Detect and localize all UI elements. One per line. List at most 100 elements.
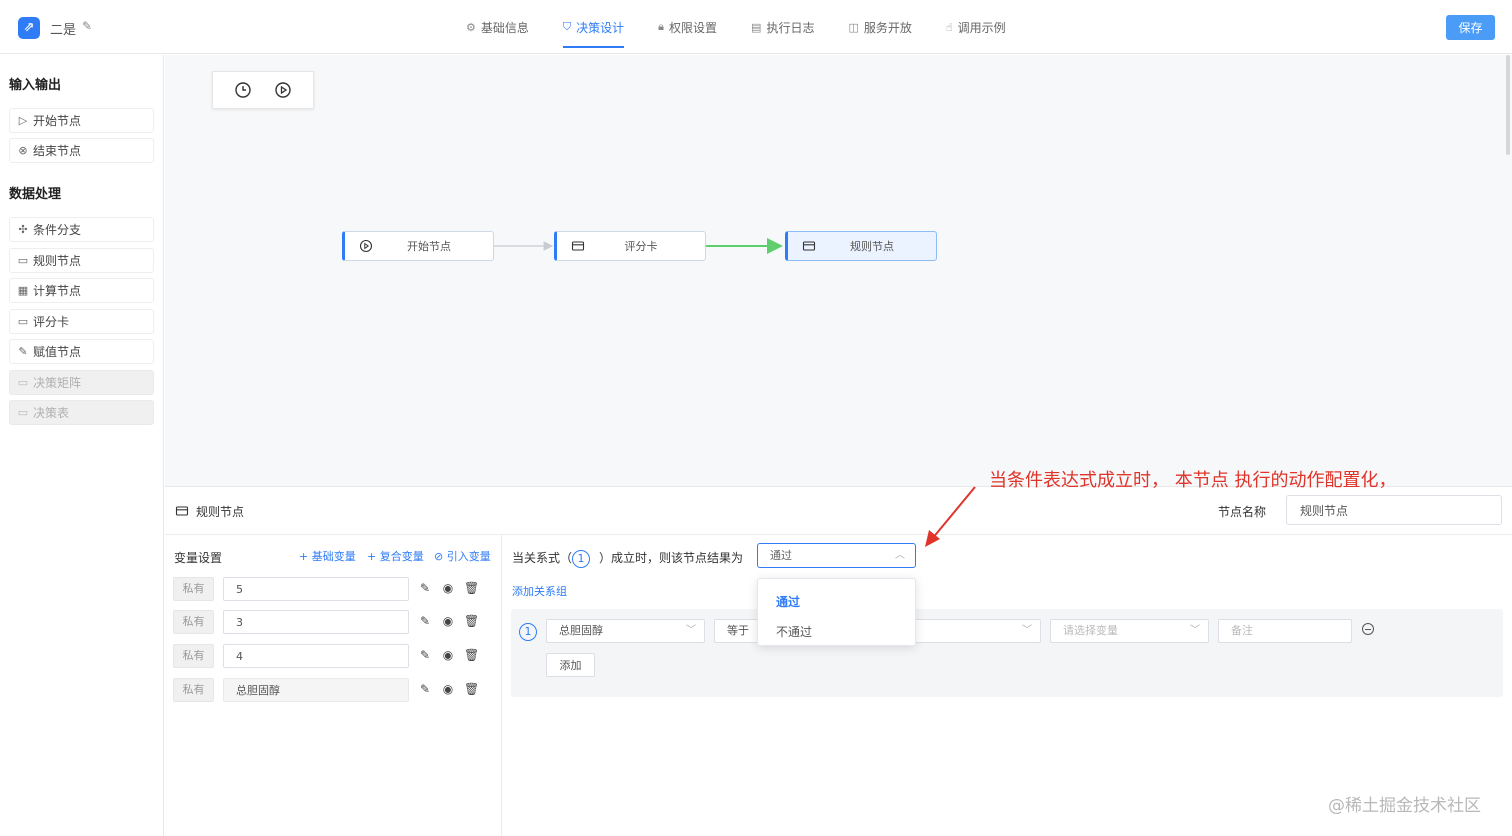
- palette-item-scorecard[interactable]: ▭ 评分卡: [9, 309, 154, 334]
- annotation-arrow: [925, 486, 976, 547]
- palette-item-assign-node[interactable]: ✎ 赋值节点: [9, 339, 154, 364]
- variable-value-input[interactable]: [223, 610, 409, 634]
- panel-title: 规则节点: [196, 505, 245, 519]
- card-icon: [571, 241, 585, 251]
- trash-icon[interactable]: 🗑︎: [464, 682, 479, 698]
- pencil-icon[interactable]: ✎: [418, 614, 432, 630]
- remove-circle-icon[interactable]: [1362, 623, 1374, 635]
- palette-item-calc-node[interactable]: ▦ 计算节点: [9, 278, 154, 303]
- variable-row: 私有 ✎ ◉ 🗑︎: [173, 678, 493, 702]
- scope-tag: 私有: [173, 577, 214, 601]
- eye-icon[interactable]: ◉: [441, 581, 455, 597]
- pencil-icon[interactable]: ✎: [418, 682, 432, 698]
- flow-node-scorecard[interactable]: 评分卡: [554, 231, 706, 261]
- dropdown-option-pass[interactable]: 通过: [776, 593, 800, 610]
- relation-number-badge: 1: [572, 549, 591, 568]
- tab-service-open[interactable]: ◫ 服务开放: [848, 0, 911, 54]
- node-name-input[interactable]: [1286, 495, 1502, 525]
- eye-icon[interactable]: ◉: [441, 682, 455, 698]
- pencil-icon[interactable]: ✎: [82, 19, 92, 33]
- palette-item-label: 决策矩阵: [33, 376, 82, 390]
- tab-label: 调用示例: [957, 20, 1006, 35]
- variable-select[interactable]: 请选择变量 ﹀: [1050, 619, 1209, 643]
- palette-item-label: 条件分支: [33, 223, 82, 237]
- trash-icon[interactable]: 🗑︎: [464, 648, 479, 664]
- document-icon: ▤: [751, 20, 762, 34]
- trash-icon[interactable]: 🗑︎: [464, 614, 479, 630]
- variable-row: 私有 ✎ ◉ 🗑︎: [173, 644, 493, 668]
- tab-basic-info[interactable]: ⚙ 基础信息: [466, 0, 529, 54]
- play-circle-icon: [359, 239, 373, 253]
- tab-execution-log[interactable]: ▤ 执行日志: [751, 0, 814, 54]
- relation-group: 1 总胆固醇 ﹀ 等于 ﹀ 请选择变量 ﹀ 备注 添加: [511, 609, 1503, 697]
- tab-label: 权限设置: [669, 20, 718, 35]
- variable-value-input[interactable]: [223, 577, 409, 601]
- palette-item-label: 计算节点: [33, 284, 82, 298]
- eye-icon[interactable]: ◉: [441, 648, 455, 664]
- condition-sentence: 当关系式（ 1: [512, 549, 591, 568]
- eye-icon[interactable]: ◉: [441, 614, 455, 630]
- variable-settings-pane: 变量设置 + 基础变量 + 复合变量 ⊘ 引入变量 私有 ✎ ◉ 🗑︎ 私有 ✎…: [165, 535, 502, 836]
- flow-canvas[interactable]: 开始节点 评分卡 规则节点: [165, 55, 1512, 486]
- tab-permissions[interactable]: 🔒︎ 权限设置: [658, 0, 717, 54]
- variable-row: 私有 ✎ ◉ 🗑︎: [173, 610, 493, 634]
- card-icon: ▭: [17, 406, 29, 419]
- flow-node-start[interactable]: 开始节点: [342, 231, 494, 261]
- design-icon: ⛉: [562, 20, 572, 33]
- watermark: @稀土掘金技术社区: [1328, 796, 1481, 816]
- add-relation-group-link[interactable]: 添加关系组: [512, 583, 567, 599]
- chevron-down-icon: ﹀: [1190, 625, 1200, 636]
- lock-icon: 🔒︎: [658, 20, 665, 33]
- tab-decision-design[interactable]: ⛉ 决策设计: [562, 0, 625, 54]
- palette-item-rule-node[interactable]: ▭ 规则节点: [9, 248, 154, 273]
- tab-label: 执行日志: [766, 20, 815, 35]
- palette-item-decision-table: ▭ 决策表: [9, 400, 154, 425]
- chevron-down-icon: ﹀: [686, 625, 696, 636]
- import-variable-link[interactable]: ⊘ 引入变量: [434, 548, 491, 564]
- variable-value-input[interactable]: [223, 644, 409, 668]
- condition-suffix: ）成立时，则该节点结果为: [599, 551, 744, 565]
- operator-select-value: 等于: [727, 624, 749, 637]
- variable-value-input[interactable]: [223, 678, 409, 702]
- pencil-icon[interactable]: ✎: [418, 581, 432, 597]
- result-select[interactable]: 通过 ︿: [757, 543, 916, 568]
- tab-label: 决策设计: [576, 20, 625, 35]
- palette-item-end-node[interactable]: ⊗ 结束节点: [9, 138, 154, 163]
- chevron-up-icon: ︿: [895, 550, 905, 561]
- annotation-text: 当条件表达式成立时， 本节点 执行的动作配置化，: [989, 470, 1397, 491]
- remark-placeholder: 备注: [1231, 624, 1253, 637]
- card-icon: [802, 241, 816, 251]
- add-basic-variable-link[interactable]: + 基础变量: [299, 548, 356, 564]
- trash-icon[interactable]: 🗑︎: [464, 581, 479, 597]
- pencil-icon[interactable]: ✎: [418, 648, 432, 664]
- remark-input[interactable]: 备注: [1218, 619, 1352, 643]
- app-title: 二是: [50, 23, 77, 38]
- palette-item-condition-branch[interactable]: ✣ 条件分支: [9, 217, 154, 242]
- calculator-icon: ▦: [17, 284, 29, 297]
- play-circle-icon: ▷: [18, 114, 28, 127]
- variable-select-placeholder: 请选择变量: [1063, 624, 1118, 637]
- main-tabs: ⚙ 基础信息 ⛉ 决策设计 🔒︎ 权限设置 ▤ 执行日志 ◫ 服务开放 ☝ 调用示例: [466, 0, 1040, 54]
- flow-node-rule[interactable]: 规则节点: [785, 231, 937, 261]
- field-select[interactable]: 总胆固醇 ﹀: [546, 619, 705, 643]
- scope-tag: 私有: [173, 644, 214, 668]
- variable-settings-title: 变量设置: [174, 551, 223, 565]
- tab-call-example[interactable]: ☝ 调用示例: [946, 0, 1006, 54]
- palette-item-start-node[interactable]: ▷ 开始节点: [9, 108, 154, 133]
- card-icon: ▭: [17, 315, 29, 328]
- save-button[interactable]: 保存: [1446, 15, 1495, 40]
- scope-tag: 私有: [173, 610, 214, 634]
- field-select-value: 总胆固醇: [559, 624, 603, 637]
- book-icon: ◫: [848, 20, 859, 34]
- dropdown-option-fail[interactable]: 不通过: [776, 623, 812, 640]
- result-select-value: 通过: [770, 549, 792, 562]
- add-composite-variable-link[interactable]: + 复合变量: [367, 548, 424, 564]
- variable-row: 私有 ✎ ◉ 🗑︎: [173, 577, 493, 601]
- hand-icon: ☝: [945, 20, 953, 34]
- add-condition-button[interactable]: 添加: [546, 653, 595, 677]
- palette-item-label: 决策表: [33, 406, 70, 420]
- palette-item-label: 赋值节点: [33, 345, 82, 359]
- node-name-label: 节点名称: [1218, 505, 1267, 519]
- app-logo-icon[interactable]: ⇗: [18, 17, 40, 39]
- tab-label: 基础信息: [480, 20, 529, 35]
